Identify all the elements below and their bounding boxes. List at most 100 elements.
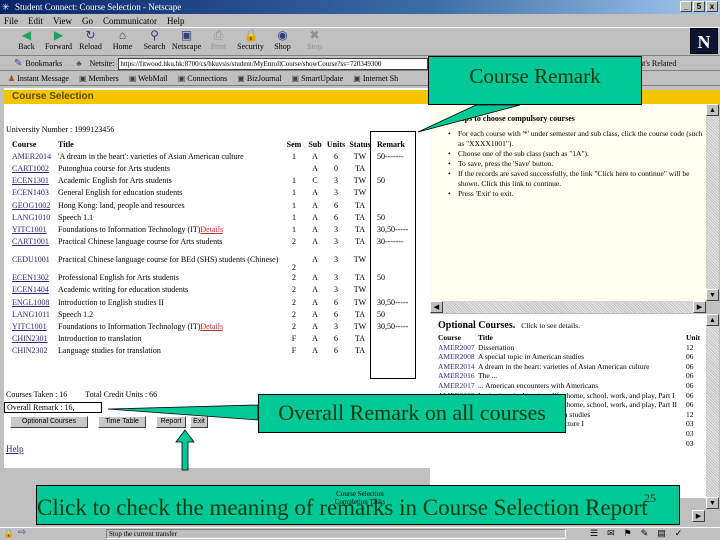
optional-course-code-link[interactable]: AMER2007	[438, 343, 478, 353]
bookmarks-button[interactable]: Bookmarks	[25, 59, 62, 68]
course-units: 6	[334, 200, 338, 210]
course-code-link[interactable]: CEDU1001	[12, 255, 58, 264]
back-arrow-icon: ◀	[21, 28, 32, 42]
course-units: 6	[334, 151, 338, 161]
report-button[interactable]: Report	[156, 416, 186, 428]
bookmarks-icon[interactable]: ✎	[14, 58, 22, 69]
toolbar-shop-button[interactable]: ◉ Shop	[268, 29, 297, 55]
course-code-link[interactable]: GEOG1002	[12, 201, 58, 210]
scroll-up-button[interactable]: ▲	[706, 104, 719, 116]
messenger-icon[interactable]: ⚑	[624, 528, 632, 539]
menu-help[interactable]: Help	[167, 16, 185, 26]
optional-courses-heading: Optional Courses. Click to see details.	[438, 320, 580, 331]
menu-file[interactable]: File	[4, 16, 18, 26]
optional-courses-button[interactable]: Optional Courses	[10, 416, 88, 428]
toolbar-stop-button[interactable]: ✖ Stop	[300, 29, 329, 55]
opt-scroll-up-button[interactable]: ▲	[706, 314, 719, 326]
course-title: Professional English for Arts students	[58, 273, 179, 283]
url-input[interactable]: https://fitwood.hku.hk:8700/cs/hkuvsis/s…	[118, 57, 429, 70]
course-code-link[interactable]: ECEN1404	[12, 285, 58, 294]
course-code-link[interactable]: CHIN2301	[12, 334, 58, 343]
personal-toolbar-item[interactable]: ▣ WebMail	[129, 74, 168, 83]
toolbar-print-button[interactable]: ⎙ Print	[204, 29, 233, 55]
menu-communicator[interactable]: Communicator	[103, 16, 157, 26]
instructions-hscrollbar[interactable]	[430, 301, 706, 313]
toolbar-netscape-button[interactable]: ▣ Netscape	[172, 29, 201, 55]
maximize-button[interactable]: 5	[693, 1, 705, 12]
optional-course-units: 03	[686, 419, 694, 429]
address-book-icon[interactable]: ▤	[657, 528, 666, 539]
course-code-link[interactable]: CART1001	[12, 237, 58, 246]
optional-course-code-link[interactable]: AMER2016	[438, 371, 478, 381]
navigator-icon[interactable]: ☰	[590, 528, 598, 539]
page-proxy-icon[interactable]: ♣	[76, 59, 81, 68]
optional-course-units: 06	[686, 361, 694, 371]
optional-vscrollbar[interactable]	[706, 314, 719, 498]
optional-course-code-link[interactable]: AMER2008	[438, 352, 478, 362]
security-lock-status-icon[interactable]: 🔒	[3, 528, 14, 539]
course-code-link[interactable]: CART1002	[12, 164, 58, 173]
course-code-link[interactable]: ECEN1403	[12, 188, 58, 197]
optional-course-code-link[interactable]	[438, 439, 478, 449]
netscape-icon: ▣	[180, 28, 193, 42]
course-code-link[interactable]: ENGL1008	[12, 298, 58, 307]
print-icon: ⎙	[213, 28, 224, 42]
course-title-cell: Academic writing for education students	[58, 285, 283, 294]
personal-toolbar-item[interactable]: ▣ SmartUpdate	[292, 74, 344, 83]
optional-courses-hint: Click to see details.	[521, 321, 580, 330]
optional-course-code-link[interactable]: AMER2017	[438, 381, 478, 391]
course-sem: F	[291, 334, 297, 344]
menu-go[interactable]: Go	[82, 16, 93, 26]
optional-course-row: AMER2008 A special topic in American stud…	[438, 352, 704, 362]
component-settings-icon[interactable]: ✓	[675, 528, 683, 539]
optional-course-code-link[interactable]: AMER2014	[438, 362, 478, 372]
course-sub: C	[312, 176, 318, 186]
course-sub: A	[312, 151, 318, 161]
course-code-link[interactable]: LANG1010	[12, 213, 58, 222]
details-link[interactable]: Details	[200, 322, 223, 331]
course-code-link[interactable]: YITC1001	[12, 225, 58, 234]
personal-toolbar-item[interactable]: ▣ Members	[79, 74, 119, 83]
course-row: GEOG1002 Hong Kong: land, people and reso…	[12, 199, 419, 211]
course-title: Practical Chinese language course for BE…	[58, 255, 279, 265]
course-sub: A	[312, 285, 318, 295]
course-code-link[interactable]: CHIN2302	[12, 346, 58, 355]
toolbar-label: Forward	[44, 42, 73, 51]
course-sem: 2	[292, 273, 296, 283]
toolbar-home-button[interactable]: ⌂ Home	[108, 29, 137, 55]
toolbar-security-button[interactable]: 🔒 Security	[236, 29, 265, 55]
course-code-link[interactable]: YITC1001	[12, 322, 58, 331]
overall-remark: Overall Remark : 16,	[4, 402, 102, 413]
toolbar-reload-button[interactable]: ↻ Reload	[76, 29, 105, 55]
instructions-vscrollbar[interactable]	[706, 104, 719, 301]
toolbar-search-button[interactable]: ⚲ Search	[140, 29, 169, 55]
course-code-link[interactable]: AMER2014	[12, 152, 58, 161]
opt-scroll-down-button[interactable]: ▼	[706, 497, 719, 509]
minimize-button[interactable]: _	[680, 1, 692, 12]
netscape-logo[interactable]: N	[690, 28, 718, 54]
opt-scroll-right-button[interactable]: ▶	[692, 510, 705, 522]
personal-toolbar-item[interactable]: ▣ Connections	[178, 74, 228, 83]
help-link[interactable]: Help	[6, 444, 24, 454]
menu-edit[interactable]: Edit	[28, 16, 43, 26]
course-code-link[interactable]: ECEN1302	[12, 273, 58, 282]
close-button[interactable]: x	[706, 1, 718, 12]
composer-icon[interactable]: ✎	[641, 528, 649, 539]
personal-toolbar-item[interactable]: ▣ BizJournal	[237, 74, 281, 83]
personal-toolbar-item[interactable]: ♟ Instant Message	[8, 74, 69, 83]
menu-view[interactable]: View	[53, 16, 72, 26]
course-sub: A	[312, 297, 318, 307]
details-link[interactable]: Details	[200, 225, 223, 234]
time-table-button[interactable]: Time Table	[98, 416, 146, 428]
course-code-link[interactable]: LANG1011	[12, 310, 58, 319]
scroll-left-button[interactable]: ◀	[430, 301, 443, 313]
scroll-right-button[interactable]: ▶	[693, 301, 706, 313]
exit-button[interactable]: Exit	[190, 416, 208, 428]
course-code-link[interactable]: ECEN1301	[12, 176, 58, 185]
toolbar-forward-button[interactable]: ▶ Forward	[44, 29, 73, 55]
mail-icon[interactable]: ✉	[607, 528, 615, 539]
personal-toolbar-item[interactable]: ▣ Internet Sh	[353, 74, 398, 83]
toolbar-label: Home	[112, 42, 133, 51]
scroll-down-button[interactable]: ▼	[706, 289, 719, 301]
toolbar-back-button[interactable]: ◀ Back	[12, 29, 41, 55]
